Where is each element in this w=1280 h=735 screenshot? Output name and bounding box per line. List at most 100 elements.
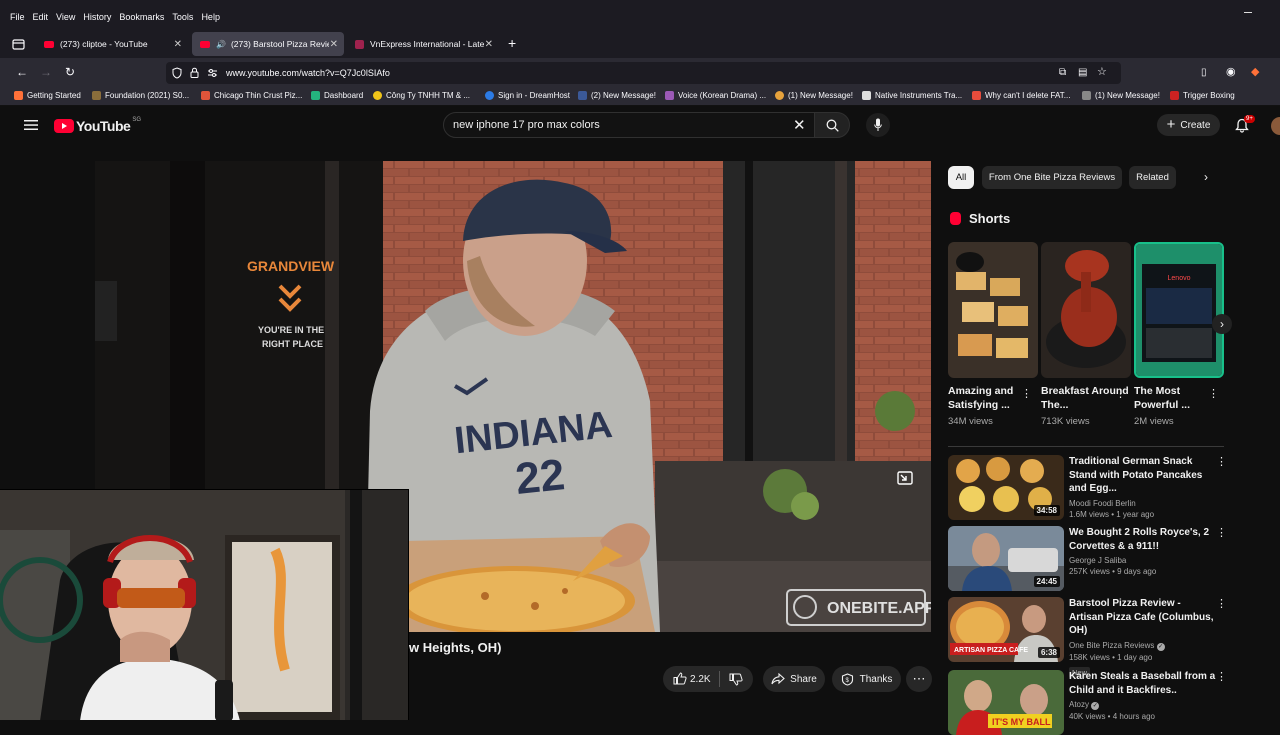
- speaker-icon[interactable]: 🔊: [216, 40, 226, 49]
- section-divider: [948, 446, 1224, 447]
- youtube-favicon-icon: [200, 40, 210, 48]
- menu-tools[interactable]: Tools: [172, 12, 193, 22]
- bookmark-item[interactable]: Sign in - DreamHost: [485, 91, 570, 100]
- more-vertical-icon[interactable]: ⋮: [1216, 455, 1227, 468]
- chip-related[interactable]: Related: [1129, 166, 1176, 189]
- close-tab-icon[interactable]: ✕: [330, 39, 338, 50]
- bookmark-item[interactable]: Chicago Thin Crust Piz...: [201, 91, 302, 100]
- video-title[interactable]: Barstool Pizza Review - Artisan Pizza Ca…: [1069, 597, 1217, 638]
- bookmark-item[interactable]: Foundation (2021) S0...: [92, 91, 189, 100]
- more-vertical-icon[interactable]: ⋮: [1216, 597, 1227, 610]
- like-button[interactable]: [673, 672, 687, 688]
- channel-name[interactable]: One Bite Pizza Reviews ✓: [1069, 641, 1217, 651]
- tab-overview-icon[interactable]: [12, 38, 25, 50]
- new-tab-plus-icon[interactable]: +: [508, 36, 516, 50]
- youtube-logo[interactable]: YouTube SG: [54, 117, 141, 134]
- more-vertical-icon[interactable]: ⋮: [1216, 526, 1227, 539]
- dislike-button[interactable]: [729, 673, 743, 689]
- thumbnail-caption: ARTISAN PIZZA CAFE: [954, 647, 1028, 654]
- search-input[interactable]: [453, 119, 773, 131]
- bookmark-item[interactable]: Công Ty TNHH TM & ...: [373, 91, 470, 100]
- channel-name[interactable]: Moodi Foodi Berlin: [1069, 499, 1217, 508]
- channel-name[interactable]: George J Saliba: [1069, 556, 1217, 565]
- picture-in-picture-icon[interactable]: ⧉: [1059, 67, 1066, 79]
- video-title[interactable]: Karen Steals a Baseball from a Child and…: [1069, 670, 1217, 697]
- search-button[interactable]: [814, 112, 850, 138]
- bookmark-item[interactable]: Why can't I delete FAT...: [972, 91, 1070, 100]
- close-tab-icon[interactable]: ✕: [174, 39, 182, 50]
- bookmark-item[interactable]: (1) New Message!: [1082, 91, 1160, 100]
- channel-name[interactable]: Atozy ✓: [1069, 700, 1217, 710]
- forward-arrow-icon[interactable]: →: [40, 66, 52, 78]
- reload-icon[interactable]: ↻: [65, 66, 75, 78]
- bookmark-item[interactable]: Voice (Korean Drama) ...: [665, 91, 766, 100]
- more-vertical-icon[interactable]: ⋮: [1216, 670, 1227, 683]
- related-video-item[interactable]: 34:58 Traditional German Snack Stand wit…: [948, 455, 1228, 520]
- thanks-button[interactable]: $ Thanks: [832, 666, 901, 692]
- minimize-button[interactable]: [1244, 12, 1252, 13]
- tab-cliptoe[interactable]: (273) cliptoe - YouTube ✕: [36, 32, 188, 56]
- more-vertical-icon[interactable]: ⋮: [1115, 387, 1126, 400]
- extension-icon[interactable]: ◆: [1251, 66, 1259, 78]
- voice-search-button[interactable]: [866, 113, 890, 137]
- video-thumbnail[interactable]: IT'S MY BALL: [948, 670, 1064, 735]
- chip-all[interactable]: All: [948, 166, 974, 189]
- menu-bar: File Edit View History Bookmarks Tools H…: [0, 0, 1280, 34]
- account-icon[interactable]: ◉: [1226, 66, 1236, 78]
- tab-vnexpress[interactable]: VnExpress International - Latest ✕: [347, 32, 499, 56]
- address-bar[interactable]: www.youtube.com/watch?v=Q7Jc0lSIAfo ⧉ ▤ …: [166, 62, 1121, 84]
- create-button[interactable]: + Create: [1157, 114, 1220, 136]
- more-vertical-icon[interactable]: ⋮: [1021, 387, 1032, 400]
- search-box[interactable]: ✕: [443, 112, 817, 138]
- bookmark-item[interactable]: (1) New Message!: [775, 91, 853, 100]
- shield-icon[interactable]: [172, 67, 182, 79]
- video-thumbnail[interactable]: 24:45: [948, 526, 1064, 591]
- video-thumbnail[interactable]: ARTISAN PIZZA CAFE 6:38: [948, 597, 1064, 662]
- close-tab-icon[interactable]: ✕: [485, 39, 493, 50]
- clear-search-icon[interactable]: ✕: [793, 116, 806, 134]
- menu-edit[interactable]: Edit: [33, 12, 49, 22]
- permissions-icon[interactable]: [207, 68, 218, 78]
- bookmark-item[interactable]: Dashboard: [311, 91, 363, 100]
- video-title[interactable]: We Bought 2 Rolls Royce's, 2 Corvettes &…: [1069, 526, 1217, 553]
- chevron-right-icon[interactable]: ›: [1204, 170, 1208, 184]
- video-thumbnail[interactable]: 34:58: [948, 455, 1064, 520]
- short-thumbnail[interactable]: Lenovo: [1134, 242, 1224, 378]
- short-thumb-text: Lenovo: [1168, 275, 1191, 282]
- bookmarks-toolbar: Getting Started Foundation (2021) S0... …: [0, 88, 1280, 106]
- short-thumbnail[interactable]: [1041, 242, 1131, 378]
- related-video-item[interactable]: 24:45 We Bought 2 Rolls Royce's, 2 Corve…: [948, 526, 1228, 591]
- menu-view[interactable]: View: [56, 12, 75, 22]
- bookmark-favicon-icon: [775, 91, 784, 100]
- bookmark-item[interactable]: Getting Started: [14, 91, 81, 100]
- reader-view-icon[interactable]: ▤: [1078, 67, 1087, 79]
- menu-history[interactable]: History: [83, 12, 111, 22]
- miniplayer-icon[interactable]: [897, 471, 913, 485]
- tab-label: (273) cliptoe - YouTube: [60, 39, 148, 49]
- back-arrow-icon[interactable]: ←: [16, 66, 28, 78]
- bookmark-star-icon[interactable]: ☆: [1097, 66, 1107, 78]
- sidebar-icon[interactable]: ▯: [1201, 67, 1207, 79]
- lock-icon[interactable]: [190, 67, 199, 78]
- shorts-next-chevron-icon[interactable]: ›: [1212, 314, 1232, 334]
- related-video-item[interactable]: IT'S MY BALL Karen Steals a Baseball fro…: [948, 670, 1228, 735]
- video-title[interactable]: Traditional German Snack Stand with Pota…: [1069, 455, 1217, 496]
- short-views: 34M views: [948, 416, 993, 427]
- url-text[interactable]: www.youtube.com/watch?v=Q7Jc0lSIAfo: [226, 68, 390, 78]
- bookmark-item[interactable]: Trigger Boxing: [1170, 91, 1235, 100]
- bookmark-item[interactable]: (2) New Message!: [578, 91, 656, 100]
- more-actions-button[interactable]: ⋯: [906, 666, 932, 692]
- bookmark-item[interactable]: Native Instruments Tra...: [862, 91, 962, 100]
- chip-from-one-bite-pizza-reviews[interactable]: From One Bite Pizza Reviews: [982, 166, 1122, 189]
- related-video-item[interactable]: ARTISAN PIZZA CAFE 6:38 Barstool Pizza R…: [948, 597, 1228, 678]
- more-vertical-icon[interactable]: ⋮: [1208, 387, 1219, 400]
- hamburger-menu-icon[interactable]: [24, 119, 38, 131]
- avatar[interactable]: [1271, 117, 1280, 135]
- menu-bookmarks[interactable]: Bookmarks: [119, 12, 164, 22]
- short-thumbnail[interactable]: [948, 242, 1038, 378]
- tab-barstool-pizza-review[interactable]: 🔊 (273) Barstool Pizza Review ✕: [192, 32, 344, 56]
- menu-help[interactable]: Help: [201, 12, 220, 22]
- menu-file[interactable]: File: [10, 12, 25, 22]
- youtube-header: YouTube SG ✕ + Create 9+: [0, 106, 1280, 146]
- share-button[interactable]: Share: [763, 666, 825, 692]
